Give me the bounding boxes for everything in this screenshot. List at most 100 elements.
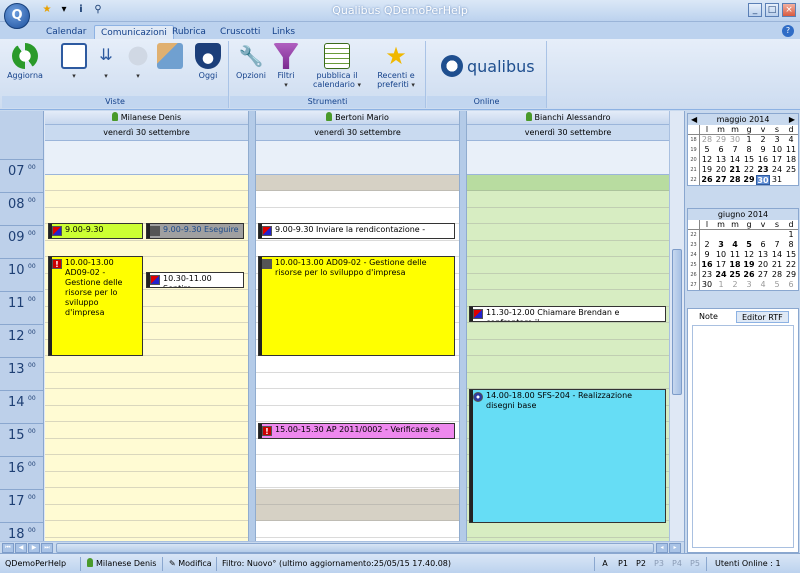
day-cell[interactable]: 4 xyxy=(756,280,770,290)
app-menu-button[interactable]: Q xyxy=(4,3,30,29)
status-p5[interactable]: P5 xyxy=(686,554,704,573)
appointment[interactable]: 11.30-12.00 Chiamare Brendan e confronta… xyxy=(469,306,666,322)
day-cell[interactable]: 2 xyxy=(756,135,770,145)
day-cell[interactable]: 1 xyxy=(784,230,798,240)
appointment[interactable]: 10.30-11.00 Sentire xyxy=(146,272,244,288)
time-slot[interactable] xyxy=(256,373,459,389)
time-slot[interactable] xyxy=(256,175,459,191)
day-cell[interactable]: 22 xyxy=(742,165,756,175)
opzioni-button[interactable]: 🔧 Opzioni xyxy=(234,43,268,80)
day-cell[interactable]: 20 xyxy=(714,165,728,175)
day-cell[interactable]: 10 xyxy=(714,250,728,260)
time-slot[interactable] xyxy=(45,489,248,505)
appointment[interactable]: ! 10.00-13.00 AD09-02 - Gestione delle r… xyxy=(48,256,143,356)
day-cell[interactable]: 26 xyxy=(742,270,756,280)
minical-june[interactable]: giugno 2014 l m m g v s d 22 1 23 2 3 4 5 6 7 8 24 9 10 11 12… xyxy=(687,208,799,291)
calendar-horizontal-scrollbar[interactable]: ⏮ ◀ ▶ ⏭ ◂ ▸ xyxy=(0,541,684,553)
scroll-right-button[interactable]: ▸ xyxy=(669,543,681,553)
day-cell[interactable]: 25 xyxy=(784,165,798,175)
time-slot[interactable] xyxy=(45,373,248,389)
time-slot[interactable] xyxy=(256,522,459,538)
status-p1[interactable]: P1 xyxy=(614,554,632,573)
day-cell[interactable]: 30 xyxy=(700,280,714,290)
column-person-header[interactable]: Bertoni Mario xyxy=(256,111,459,125)
column-date-header[interactable]: venerdì 30 settembre xyxy=(467,125,669,141)
appointment[interactable]: 9.00-9.30 Inviare la rendicontazione - xyxy=(258,223,455,239)
day-cell[interactable]: 16 xyxy=(756,155,770,165)
day-cell[interactable]: 24 xyxy=(714,270,728,280)
day-cell[interactable] xyxy=(714,230,728,240)
day-cell[interactable]: 13 xyxy=(756,250,770,260)
status-p4[interactable]: P4 xyxy=(668,554,686,573)
column-person-header[interactable]: Milanese Denis xyxy=(45,111,248,125)
appointment[interactable]: 9.00-9.30 xyxy=(48,223,143,239)
time-slot[interactable] xyxy=(45,472,248,488)
status-a[interactable]: A xyxy=(596,554,614,573)
time-slot[interactable] xyxy=(256,505,459,521)
all-day-area[interactable] xyxy=(45,141,248,175)
maximize-button[interactable]: □ xyxy=(765,3,779,17)
appointment[interactable]: 9.00-9.30 Eseguire xyxy=(146,223,244,239)
tab-comunicazioni[interactable]: Comunicazioni xyxy=(94,25,174,39)
day-cell[interactable]: 27 xyxy=(714,175,728,185)
time-slot[interactable] xyxy=(467,340,669,356)
view-expand-button[interactable]: ⇊ ▾ xyxy=(92,43,120,81)
day-cell[interactable]: 20 xyxy=(756,260,770,270)
day-cell[interactable]: 3 xyxy=(742,280,756,290)
scroll-thumb[interactable] xyxy=(56,543,654,553)
day-cell[interactable]: 19 xyxy=(742,260,756,270)
day-cell[interactable]: 3 xyxy=(770,135,784,145)
tab-links[interactable]: Links xyxy=(266,25,301,39)
scroll-last-button[interactable]: ⏭ xyxy=(41,543,53,553)
time-slot[interactable] xyxy=(467,357,669,373)
scroll-prev-button[interactable]: ◀ xyxy=(15,543,27,553)
time-slot[interactable] xyxy=(45,456,248,472)
time-slot[interactable] xyxy=(256,439,459,455)
time-slot[interactable] xyxy=(45,192,248,208)
time-slot[interactable] xyxy=(45,522,248,538)
day-cell[interactable]: 9 xyxy=(700,250,714,260)
time-slot[interactable] xyxy=(256,456,459,472)
scroll-thumb[interactable] xyxy=(672,249,682,395)
day-cell[interactable]: 21 xyxy=(770,260,784,270)
day-cell[interactable]: 8 xyxy=(784,240,798,250)
aggiorna-button[interactable]: Aggiorna xyxy=(6,43,44,80)
time-slot[interactable] xyxy=(467,324,669,340)
time-slot[interactable] xyxy=(467,291,669,307)
day-cell[interactable]: 23 xyxy=(700,270,714,280)
help-icon[interactable]: ? xyxy=(782,25,794,37)
time-slot[interactable] xyxy=(45,439,248,455)
day-cell[interactable]: 12 xyxy=(700,155,714,165)
day-cell[interactable]: 11 xyxy=(784,145,798,155)
time-slot[interactable] xyxy=(467,522,669,538)
day-cell[interactable]: 28 xyxy=(700,135,714,145)
day-cell[interactable]: 9 xyxy=(756,145,770,155)
day-cell[interactable]: 18 xyxy=(784,155,798,165)
day-cell[interactable] xyxy=(728,230,742,240)
day-cell[interactable]: 30 xyxy=(728,135,742,145)
view-users-button[interactable] xyxy=(156,43,184,71)
day-cell[interactable]: 1 xyxy=(714,280,728,290)
day-cell[interactable]: 23 xyxy=(756,165,770,175)
day-cell[interactable]: 31 xyxy=(770,175,784,185)
day-cell[interactable]: 7 xyxy=(770,240,784,250)
day-cell[interactable]: 6 xyxy=(714,145,728,155)
day-cell[interactable]: 2 xyxy=(728,280,742,290)
scroll-first-button[interactable]: ⏮ xyxy=(2,543,14,553)
day-cell[interactable]: 5 xyxy=(700,145,714,155)
recenti-preferiti-button[interactable]: ★ Recenti e preferiti ▾ xyxy=(372,43,420,90)
time-slot[interactable] xyxy=(256,241,459,257)
qualibus-logo[interactable]: qualibus xyxy=(441,55,535,77)
tab-rubrica[interactable]: Rubrica xyxy=(166,25,212,39)
time-slot[interactable] xyxy=(45,505,248,521)
column-date-header[interactable]: venerdì 30 settembre xyxy=(45,125,248,141)
oggi-button[interactable]: Oggi xyxy=(192,43,224,80)
appointment[interactable]: ! 15.00-15.30 AP 2011/0002 - Verificare … xyxy=(258,423,455,439)
close-button[interactable]: × xyxy=(782,3,796,17)
time-slot[interactable] xyxy=(467,225,669,241)
time-slot[interactable] xyxy=(256,488,459,505)
status-p3[interactable]: P3 xyxy=(650,554,668,573)
day-cell[interactable] xyxy=(756,230,770,240)
time-slot[interactable] xyxy=(45,390,248,406)
day-cell[interactable]: 15 xyxy=(742,155,756,165)
